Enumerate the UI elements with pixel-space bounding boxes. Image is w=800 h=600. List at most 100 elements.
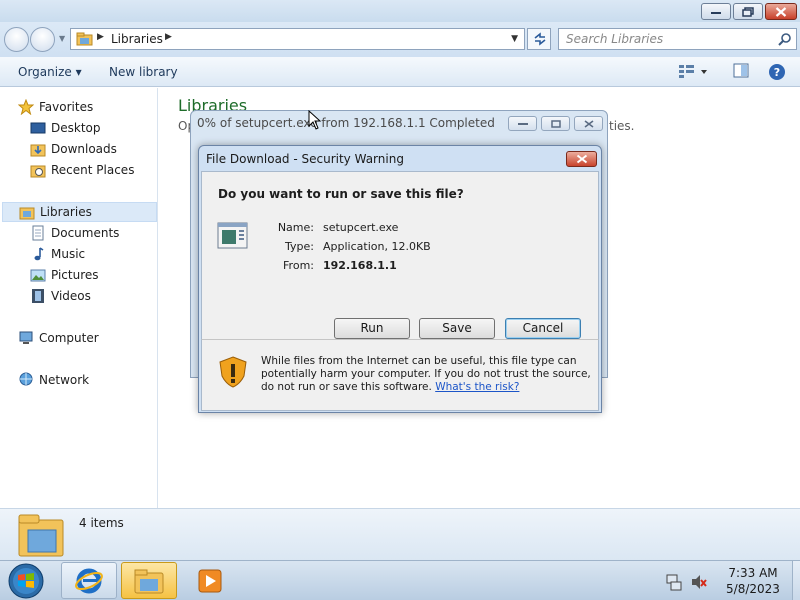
sidebar-item-pictures[interactable]: Pictures [30, 265, 99, 285]
maximize-button[interactable] [733, 3, 763, 20]
window-titlebar [0, 0, 800, 22]
libraries-large-icon [18, 514, 64, 557]
sidebar-favorites[interactable]: Favorites [17, 97, 94, 117]
sidebar-libraries[interactable]: Libraries [2, 202, 157, 222]
maximize-icon [550, 119, 561, 128]
type-value: Application, 12.0KB [323, 240, 431, 253]
close-icon [584, 119, 593, 128]
desktop-icon [30, 120, 46, 136]
search-placeholder: Search Libraries [566, 32, 664, 46]
documents-icon [30, 225, 46, 241]
refresh-icon [534, 32, 546, 46]
internet-explorer-icon [75, 568, 103, 593]
sidebar-item-label: Desktop [51, 121, 101, 135]
downloads-folder-icon [30, 141, 46, 157]
security-warning-dialog: File Download - Security Warning Do you … [198, 145, 602, 413]
mouse-cursor-icon [308, 110, 322, 130]
progress-close-button[interactable] [574, 116, 603, 131]
warning-text: While files from the Internet can be use… [261, 355, 591, 393]
sidebar-network-label: Network [39, 373, 90, 387]
help-icon[interactable]: ? [768, 63, 786, 81]
windows-explorer-icon [134, 569, 164, 593]
from-value: 192.168.1.1 [323, 259, 397, 272]
network-tray-icon[interactable] [665, 573, 683, 591]
search-box[interactable]: Search Libraries [558, 28, 797, 50]
whats-the-risk-link[interactable]: What's the risk? [435, 381, 519, 393]
dialog-question: Do you want to run or save this file? [218, 187, 464, 201]
type-label: Type: [285, 240, 314, 253]
close-icon [775, 6, 787, 17]
restore-icon [742, 6, 754, 17]
breadcrumb-libraries[interactable]: Libraries [111, 32, 163, 46]
forward-button[interactable] [30, 27, 55, 52]
sidebar-item-label: Videos [51, 289, 91, 303]
warning-text-block: While files from the Internet can be use… [261, 355, 591, 394]
warning-shield-icon [219, 356, 247, 388]
libraries-icon [19, 204, 35, 220]
sidebar-item-label: Documents [51, 226, 120, 240]
sidebar-network[interactable]: Network [18, 370, 89, 390]
sidebar-item-label: Pictures [51, 268, 99, 282]
minimize-icon [711, 11, 721, 14]
taskbar-windows-explorer[interactable] [121, 562, 177, 599]
dialog-close-button[interactable] [566, 151, 597, 167]
run-button[interactable]: Run [334, 318, 410, 339]
address-bar-area: ▼ ▶ Libraries ▶ ▼ Search Libraries [0, 22, 800, 57]
sidebar-item-desktop[interactable]: Desktop [30, 118, 101, 138]
minimize-button[interactable] [701, 3, 731, 20]
address-field[interactable]: ▶ Libraries ▶ ▼ [70, 28, 525, 50]
preview-pane-icon[interactable] [733, 63, 749, 79]
dialog-body: Do you want to run or save this file? Na… [201, 171, 599, 339]
clock-time: 7:33 AM [728, 566, 778, 580]
breadcrumb-arrow-icon[interactable]: ▶ [165, 32, 172, 42]
clock-date: 5/8/2023 [726, 582, 780, 596]
organize-label: Organize [18, 65, 72, 79]
navigation-pane: Favorites Desktop Downloads Recent Place… [0, 88, 158, 508]
pictures-icon [30, 267, 46, 283]
from-label: From: [283, 259, 314, 272]
close-icon [576, 154, 587, 164]
recent-places-icon [30, 162, 46, 178]
sidebar-item-videos[interactable]: Videos [30, 286, 91, 306]
taskbar: 7:33 AM 5/8/2023 [0, 560, 800, 600]
close-button[interactable] [765, 3, 797, 20]
item-count: 4 items [79, 516, 124, 530]
sidebar-computer[interactable]: Computer [18, 328, 99, 348]
organize-menu[interactable]: Organize ▾ [18, 65, 82, 79]
recent-pages-dropdown-icon[interactable]: ▼ [59, 34, 65, 43]
minimize-icon [517, 122, 528, 125]
refresh-button[interactable] [527, 28, 551, 50]
name-value: setupcert.exe [323, 221, 399, 234]
libraries-folder-icon [76, 32, 93, 46]
name-label: Name: [277, 221, 314, 234]
progress-maximize-button[interactable] [541, 116, 570, 131]
volume-muted-icon[interactable] [690, 573, 708, 591]
sidebar-item-downloads[interactable]: Downloads [30, 139, 117, 159]
music-icon [30, 246, 46, 262]
sidebar-item-label: Recent Places [51, 163, 135, 177]
dialog-title: File Download - Security Warning [206, 152, 404, 166]
new-library-button[interactable]: New library [109, 65, 178, 79]
system-clock[interactable]: 7:33 AM 5/8/2023 [718, 565, 788, 597]
sidebar-item-music[interactable]: Music [30, 244, 85, 264]
search-icon[interactable] [778, 32, 792, 46]
details-pane: 4 items [0, 508, 800, 560]
save-button[interactable]: Save [419, 318, 495, 339]
star-icon [17, 98, 35, 116]
taskbar-internet-explorer[interactable] [61, 562, 117, 599]
address-dropdown-icon[interactable]: ▼ [511, 34, 518, 44]
breadcrumb-arrow-icon[interactable]: ▶ [97, 32, 104, 42]
dialog-warning-area: While files from the Internet can be use… [201, 339, 599, 411]
view-options-icon[interactable] [678, 63, 708, 79]
command-bar: Organize ▾ New library ? [0, 57, 800, 87]
sidebar-item-recent-places[interactable]: Recent Places [30, 160, 134, 180]
sidebar-item-documents[interactable]: Documents [30, 223, 119, 243]
sidebar-favorites-label: Favorites [39, 100, 94, 114]
progress-minimize-button[interactable] [508, 116, 537, 131]
start-button-icon[interactable] [6, 562, 46, 600]
cancel-button[interactable]: Cancel [505, 318, 581, 339]
media-player-icon[interactable] [198, 569, 222, 593]
show-desktop-button[interactable] [792, 561, 800, 600]
svg-text:?: ? [774, 66, 780, 79]
back-button[interactable] [4, 27, 29, 52]
